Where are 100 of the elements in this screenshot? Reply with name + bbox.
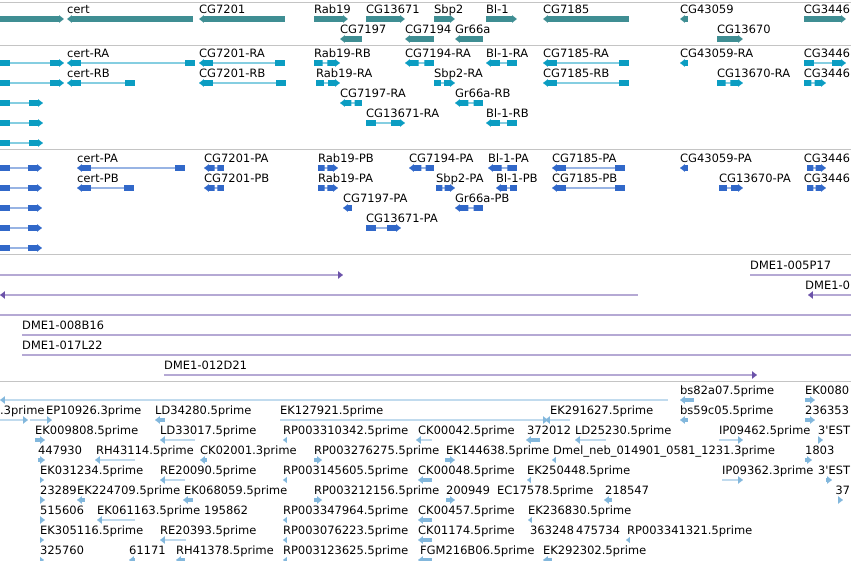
feature-glyph[interactable] [0, 244, 42, 252]
feature-label: CG7201 [199, 3, 246, 15]
feature-glyph[interactable] [486, 59, 517, 67]
feature-glyph[interactable] [366, 224, 401, 232]
feature-glyph[interactable] [0, 271, 343, 279]
feature-glyph[interactable] [0, 164, 42, 172]
feature-label: Rab19 [314, 3, 351, 15]
feature-glyph[interactable] [67, 15, 193, 23]
feature-label: CG3446 [804, 47, 850, 59]
feature-label: EK068059.5prime [184, 484, 288, 496]
feature-glyph[interactable] [680, 59, 688, 67]
feature-glyph[interactable] [405, 35, 434, 43]
feature-label: CK00048.5prime [418, 464, 515, 476]
feature-glyph[interactable] [455, 35, 483, 43]
feature-glyph[interactable] [199, 15, 285, 23]
feature-glyph[interactable] [204, 184, 224, 192]
feature-label: LD33017.5prime [160, 424, 256, 436]
feature-glyph[interactable] [434, 15, 455, 23]
feature-label: EK236830.5prime [528, 504, 632, 516]
feature-glyph[interactable] [318, 164, 338, 172]
feature-glyph[interactable] [67, 79, 135, 87]
feature-label: Bl-1-RA [486, 47, 528, 59]
feature-label: Sbp2 [434, 3, 464, 15]
feature-glyph[interactable] [807, 164, 826, 172]
feature-label: Rab19-PA [318, 172, 373, 184]
feature-label: DME1-005P17 [750, 259, 832, 271]
feature-label: DME1-0 [805, 279, 850, 291]
feature-label: LD25230.5prime [575, 424, 672, 436]
feature-glyph[interactable] [808, 291, 851, 299]
feature-glyph[interactable] [543, 79, 629, 87]
feature-glyph[interactable] [343, 204, 352, 212]
feature-glyph[interactable] [204, 164, 224, 172]
feature-glyph[interactable] [0, 184, 42, 192]
feature-glyph[interactable] [199, 59, 285, 67]
feature-glyph[interactable] [486, 15, 517, 23]
feature-glyph[interactable] [0, 99, 43, 107]
feature-label: CG43059-PA [680, 152, 752, 164]
feature-glyph[interactable] [0, 59, 64, 67]
feature-glyph[interactable] [164, 371, 757, 379]
feature-glyph[interactable] [77, 184, 134, 192]
feature-label: Rab19-RA [316, 67, 372, 79]
feature-label: 195862 [204, 504, 248, 516]
feature-glyph[interactable] [314, 59, 340, 67]
feature-glyph[interactable] [409, 164, 434, 172]
feature-label: CG3446 [804, 152, 850, 164]
feature-glyph[interactable] [340, 99, 362, 107]
feature-glyph[interactable] [680, 15, 688, 23]
feature-glyph[interactable] [807, 184, 826, 192]
feature-glyph[interactable] [486, 119, 517, 127]
feature-glyph[interactable] [719, 184, 743, 192]
feature-glyph[interactable] [434, 79, 455, 87]
feature-label: CG43059 [680, 3, 734, 15]
feature-label: Bl-1 [486, 3, 509, 15]
feature-glyph[interactable] [455, 99, 483, 107]
feature-label: bs59c05.5prime [680, 404, 774, 416]
feature-glyph[interactable] [0, 204, 42, 212]
feature-label: Gr66a [455, 23, 490, 35]
feature-glyph[interactable] [717, 35, 743, 43]
feature-glyph[interactable] [366, 15, 405, 23]
feature-label: DME1-008B16 [22, 319, 104, 331]
feature-label: RH43114.5prime [96, 444, 194, 456]
feature-label: 236353 [805, 404, 849, 416]
feature-glyph[interactable] [804, 15, 846, 23]
feature-label: CK01174.5prime [418, 524, 515, 536]
feature-glyph[interactable] [314, 15, 348, 23]
feature-label: RP003076223.5prime [283, 524, 408, 536]
feature-glyph[interactable] [680, 164, 688, 172]
feature-glyph[interactable] [0, 15, 64, 23]
feature-glyph[interactable] [455, 204, 483, 212]
feature-glyph[interactable] [0, 139, 43, 147]
feature-glyph[interactable] [67, 59, 195, 67]
feature-glyph[interactable] [543, 59, 629, 67]
feature-label: CG7201-PB [204, 172, 270, 184]
feature-glyph[interactable] [804, 59, 846, 67]
feature-glyph[interactable] [318, 184, 338, 192]
feature-label: EK061163.5prime [97, 504, 200, 516]
feature-glyph[interactable] [340, 35, 362, 43]
feature-label: Rab19-RB [314, 47, 371, 59]
feature-label: CG3446 [804, 172, 850, 184]
feature-glyph[interactable] [804, 79, 826, 87]
feature-glyph[interactable] [0, 119, 43, 127]
feature-glyph[interactable] [552, 164, 625, 172]
feature-glyph[interactable] [316, 79, 340, 87]
feature-glyph[interactable] [552, 184, 625, 192]
feature-glyph[interactable] [717, 79, 743, 87]
feature-glyph[interactable] [488, 164, 517, 172]
feature-glyph[interactable] [496, 184, 517, 192]
feature-glyph[interactable] [543, 15, 629, 23]
feature-label: CK00042.5prime [418, 424, 515, 436]
feature-glyph[interactable] [0, 224, 42, 232]
feature-label: CG7194-RA [405, 47, 471, 59]
feature-label: 200949 [446, 484, 490, 496]
feature-glyph[interactable] [199, 79, 286, 87]
feature-glyph[interactable] [0, 79, 64, 87]
feature-glyph[interactable] [77, 164, 185, 172]
feature-glyph[interactable] [0, 291, 638, 299]
feature-glyph[interactable] [366, 119, 405, 127]
feature-label: .3prime [0, 404, 44, 416]
feature-glyph[interactable] [405, 59, 434, 67]
feature-glyph[interactable] [436, 184, 455, 192]
